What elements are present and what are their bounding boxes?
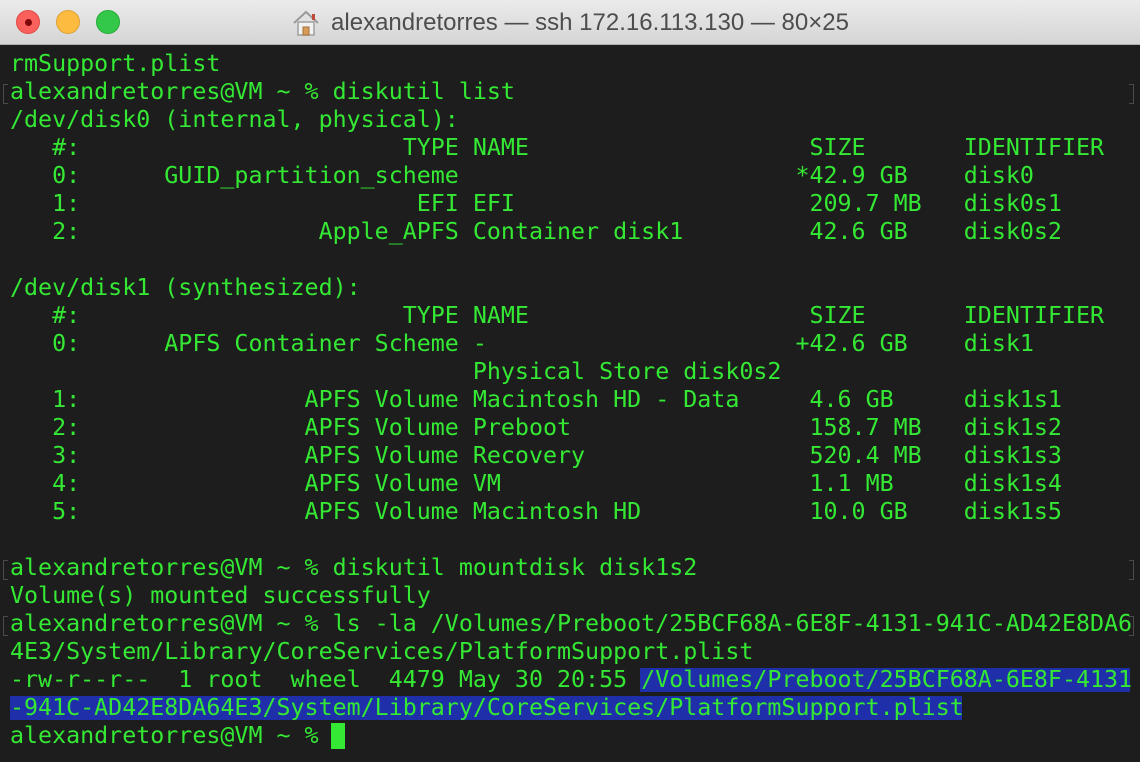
terminal-line: rmSupport.plist <box>10 50 221 77</box>
terminal-line: 3: APFS Volume Recovery 520.4 MB disk1s3 <box>10 442 1062 469</box>
terminal-line: #: TYPE NAME SIZE IDENTIFIER <box>10 302 1105 329</box>
terminal-prompt-line: alexandretorres@VM ~ % <box>10 722 333 749</box>
terminal-line: 4E3/System/Library/CoreServices/Platform… <box>10 638 754 665</box>
terminal-line: -rw-r--r-- 1 root wheel 4479 May 30 20:5… <box>10 666 1132 694</box>
selected-terminal-line[interactable]: -941C-AD42E8DA64E3/System/Library/CoreSe… <box>10 694 964 722</box>
terminal-line: 2: Apple_APFS Container disk1 42.6 GB di… <box>10 218 1062 245</box>
terminal-line: alexandretorres@VM ~ % ls -la /Volumes/P… <box>10 610 1133 637</box>
terminal-line: /dev/disk0 (internal, physical): <box>10 106 459 133</box>
terminal-line: 1: EFI EFI 209.7 MB disk0s1 <box>10 190 1062 217</box>
terminal-line: 4: APFS Volume VM 1.1 MB disk1s4 <box>10 470 1062 497</box>
terminal-line: #: TYPE NAME SIZE IDENTIFIER <box>10 134 1105 161</box>
terminal-line: 2: APFS Volume Preboot 158.7 MB disk1s2 <box>10 414 1062 441</box>
terminal-cursor <box>331 723 345 749</box>
title-bar[interactable]: alexandretorres — ssh 172.16.113.130 — 8… <box>0 0 1140 45</box>
prompt-mark-right <box>1129 84 1134 104</box>
prompt-mark-left <box>3 616 8 636</box>
terminal-line: Physical Store disk0s2 <box>10 358 782 385</box>
terminal-line: 5: APFS Volume Macintosh HD 10.0 GB disk… <box>10 498 1062 525</box>
prompt-mark-left <box>3 84 8 104</box>
terminal-line: alexandretorres@VM ~ % diskutil list <box>10 78 515 105</box>
window-title: alexandretorres — ssh 172.16.113.130 — 8… <box>0 0 1140 45</box>
prompt-mark-right <box>1129 560 1134 580</box>
terminal-line: 0: APFS Container Scheme - +42.6 GB disk… <box>10 330 1034 357</box>
home-folder-icon <box>293 10 319 36</box>
terminal-line: alexandretorres@VM ~ % diskutil mountdis… <box>10 554 698 581</box>
prompt-mark-left <box>3 560 8 580</box>
terminal-line: 0: GUID_partition_scheme *42.9 GB disk0 <box>10 162 1034 189</box>
terminal-line: /dev/disk1 (synthesized): <box>10 274 361 301</box>
terminal-line: 1: APFS Volume Macintosh HD - Data 4.6 G… <box>10 386 1062 413</box>
selected-text[interactable]: /Volumes/Preboot/25BCF68A-6E8F-4131 <box>641 666 1132 693</box>
terminal-line-text: -rw-r--r-- 1 root wheel 4479 May 30 20:5… <box>10 666 642 693</box>
window-title-text: alexandretorres — ssh 172.16.113.130 — 8… <box>331 8 849 36</box>
terminal-output[interactable]: rmSupport.plist alexandretorres@VM ~ % d… <box>0 46 1140 762</box>
terminal-line: Volume(s) mounted successfully <box>10 582 431 609</box>
terminal-window: alexandretorres — ssh 172.16.113.130 — 8… <box>0 0 1140 762</box>
